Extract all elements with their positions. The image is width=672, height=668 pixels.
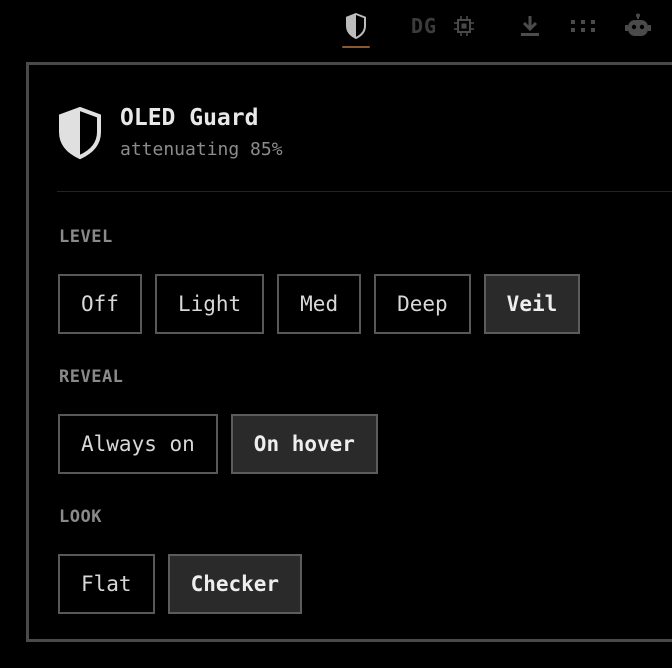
level-option-med[interactable]: Med <box>277 274 362 334</box>
look-option-checker[interactable]: Checker <box>167 554 303 614</box>
oled-guard-panel: OLED Guard attenuating 85% LEVEL Off Lig… <box>26 62 672 642</box>
shield-toolbar-button[interactable] <box>340 10 372 48</box>
cpu-toolbar-button[interactable] <box>450 10 478 42</box>
reveal-option-always-on[interactable]: Always on <box>58 414 218 474</box>
level-option-deep[interactable]: Deep <box>374 274 471 334</box>
robot-toolbar-button[interactable] <box>622 10 654 42</box>
level-option-off[interactable]: Off <box>58 274 142 334</box>
header-divider <box>57 191 672 192</box>
grid-toolbar-button[interactable] <box>568 10 598 42</box>
download-icon <box>521 16 539 36</box>
reveal-section-label: REVEAL <box>59 367 124 387</box>
active-indicator <box>342 46 370 48</box>
look-options: Flat Checker <box>58 554 303 614</box>
robot-icon <box>625 13 651 36</box>
shield-icon <box>59 106 101 160</box>
level-section-label: LEVEL <box>59 227 113 247</box>
reveal-option-on-hover[interactable]: On hover <box>230 414 378 474</box>
look-section-label: LOOK <box>59 507 102 527</box>
dg-toolbar-button[interactable]: DG <box>404 10 444 42</box>
download-toolbar-button[interactable] <box>515 10 545 42</box>
status-text: attenuating 85% <box>120 139 283 160</box>
look-option-flat[interactable]: Flat <box>58 554 155 614</box>
shield-icon <box>346 13 366 39</box>
level-option-light[interactable]: Light <box>154 274 265 334</box>
level-option-veil[interactable]: Veil <box>483 274 581 334</box>
top-toolbar: DG <box>0 0 672 56</box>
level-options: Off Light Med Deep Veil <box>58 274 581 334</box>
grid-dots-icon <box>571 20 595 32</box>
cpu-icon <box>454 16 474 36</box>
app-stage: DG OLED Guard attenuating 85% LEVEL Off … <box>0 0 672 668</box>
panel-title: OLED Guard <box>120 105 259 131</box>
dg-label: DG <box>410 14 438 38</box>
reveal-options: Always on On hover <box>58 414 378 474</box>
